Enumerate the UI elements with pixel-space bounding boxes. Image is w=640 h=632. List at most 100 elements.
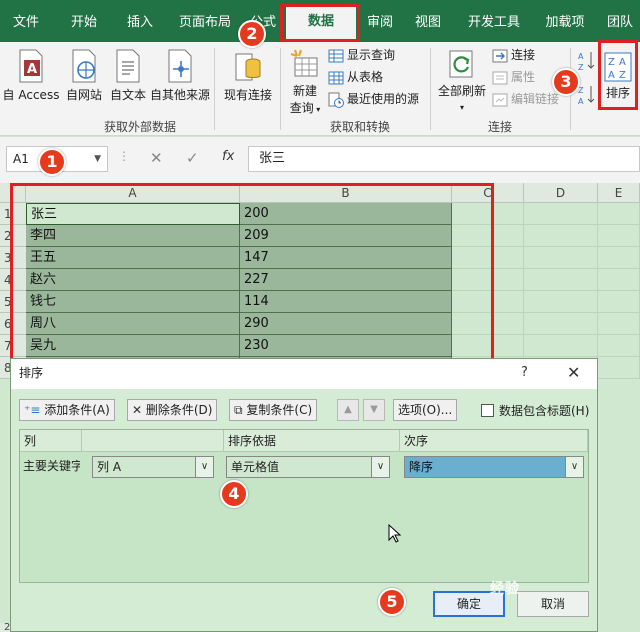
formula-input[interactable]: 张三 xyxy=(248,146,640,172)
close-icon[interactable]: ✕ xyxy=(567,363,580,382)
column-header-c[interactable]: C xyxy=(452,183,524,203)
grid-cell[interactable] xyxy=(524,225,598,247)
existing-connections-button[interactable]: 现有连接 xyxy=(220,48,276,103)
watermark-text: 经验 xyxy=(490,581,520,597)
connections-button[interactable]: 连接 xyxy=(492,46,535,64)
tab-file[interactable]: 文件 xyxy=(4,10,48,36)
grid-cell[interactable] xyxy=(598,225,640,247)
step-badge-5: 5 xyxy=(378,588,406,616)
tab-developer[interactable]: 开发工具 xyxy=(460,10,528,36)
properties-button[interactable]: 属性 xyxy=(492,68,535,86)
recent-sources-button[interactable]: 最近使用的源 xyxy=(328,90,419,108)
show-queries-button[interactable]: 显示查询 xyxy=(328,46,395,64)
table-row-cell-name[interactable]: 钱七 xyxy=(26,291,240,313)
sort-icon: Z AA Z xyxy=(604,52,632,82)
grid-cell[interactable] xyxy=(452,269,524,291)
table-row-cell-value[interactable]: 230 xyxy=(240,335,452,357)
column-header-d[interactable]: D xyxy=(524,183,598,203)
from-web-button[interactable]: 自网站 xyxy=(62,48,106,103)
order-select[interactable]: 降序 ∨ xyxy=(404,456,584,478)
move-up-button[interactable]: ▲ xyxy=(337,399,359,421)
header-order: 次序 xyxy=(400,430,588,452)
insert-function-button[interactable]: fx xyxy=(222,149,234,164)
grid-cell[interactable] xyxy=(524,291,598,313)
has-headers-checkbox[interactable] xyxy=(481,404,494,417)
tab-page-layout[interactable]: 页面布局 xyxy=(172,10,238,36)
table-row-cell-name[interactable]: 张三 xyxy=(26,203,240,225)
tab-review[interactable]: 审阅 xyxy=(360,10,400,36)
tab-home[interactable]: 开始 xyxy=(60,10,108,36)
refresh-all-button[interactable]: 全部刷新 ▾ xyxy=(436,48,488,113)
table-row-cell-name[interactable]: 赵六 xyxy=(26,269,240,291)
grid-cell[interactable] xyxy=(524,203,598,225)
table-row-cell-value[interactable]: 290 xyxy=(240,313,452,335)
grid-cell[interactable] xyxy=(524,335,598,357)
grid-cell[interactable] xyxy=(524,247,598,269)
from-text-button[interactable]: 自文本 xyxy=(106,48,150,103)
help-icon[interactable]: ? xyxy=(521,365,528,380)
grid-cell[interactable] xyxy=(598,357,640,379)
sort-on-select[interactable]: 单元格值 ∨ xyxy=(226,456,390,478)
row-header[interactable]: 1 xyxy=(0,203,26,225)
enter-formula-button[interactable]: ✓ xyxy=(186,149,199,167)
tab-addins[interactable]: 加载项 xyxy=(540,10,590,36)
add-condition-button[interactable]: ⁺≡ 添加条件(A) xyxy=(19,399,115,421)
grid-cell[interactable] xyxy=(598,335,640,357)
row-header[interactable]: 3 xyxy=(0,247,26,269)
table-row-cell-name[interactable]: 王五 xyxy=(26,247,240,269)
grid-cell[interactable] xyxy=(452,225,524,247)
delete-condition-button[interactable]: ✕ 删除条件(D) xyxy=(127,399,218,421)
new-query-icon xyxy=(290,49,318,77)
grid-cell[interactable] xyxy=(598,313,640,335)
grid-cell[interactable] xyxy=(452,247,524,269)
sort-conditions-list: 列 排序依据 次序 主要关键字 列 A ∨ 单元格值 ∨ 降序 ∨ xyxy=(19,429,589,583)
grid-cell[interactable] xyxy=(598,247,640,269)
grid-cell[interactable] xyxy=(452,203,524,225)
new-query-button[interactable]: 新建 查询 ▾ xyxy=(284,48,326,116)
from-access-button[interactable]: A 自 Access xyxy=(2,48,60,103)
table-row-cell-value[interactable]: 114 xyxy=(240,291,452,313)
sort-az-button[interactable]: AZ xyxy=(578,50,596,72)
from-table-button[interactable]: 从表格 xyxy=(328,68,383,86)
tab-team[interactable]: 团队 xyxy=(602,10,638,36)
grid-cell[interactable] xyxy=(452,313,524,335)
grid-cell[interactable] xyxy=(598,203,640,225)
row-header[interactable]: 5 xyxy=(0,291,26,313)
table-row-cell-name[interactable]: 周八 xyxy=(26,313,240,335)
table-row-cell-value[interactable]: 147 xyxy=(240,247,452,269)
sort-za-button[interactable]: ZA xyxy=(578,84,596,106)
table-row-cell-value[interactable]: 209 xyxy=(240,225,452,247)
grid-cell[interactable] xyxy=(452,335,524,357)
row-header[interactable]: 6 xyxy=(0,313,26,335)
table-row-cell-name[interactable]: 李四 xyxy=(26,225,240,247)
column-select[interactable]: 列 A ∨ xyxy=(92,456,214,478)
row-header[interactable]: 2 xyxy=(0,225,26,247)
copy-condition-button[interactable]: ⧉ 复制条件(C) xyxy=(229,399,318,421)
row-header[interactable]: 4 xyxy=(0,269,26,291)
table-row-cell-value[interactable]: 200 xyxy=(240,203,452,225)
grid-cell[interactable] xyxy=(598,269,640,291)
copy-icon: ⧉ xyxy=(234,403,247,417)
sort-button[interactable]: ZAAZ 排序 xyxy=(600,52,636,101)
row-header[interactable]: 7 xyxy=(0,335,26,357)
options-button[interactable]: 选项(O)... xyxy=(393,399,458,421)
column-header-a[interactable]: A xyxy=(26,183,240,203)
select-all-corner[interactable] xyxy=(0,183,26,203)
tab-insert[interactable]: 插入 xyxy=(118,10,162,36)
move-down-button[interactable]: ▼ xyxy=(363,399,385,421)
tab-view[interactable]: 视图 xyxy=(408,10,448,36)
column-header-b[interactable]: B xyxy=(240,183,452,203)
from-other-sources-button[interactable]: 自其他来源 xyxy=(148,48,212,103)
edit-links-button[interactable]: 编辑链接 xyxy=(492,90,559,108)
grid-cell[interactable] xyxy=(598,291,640,313)
column-header-e[interactable]: E xyxy=(598,183,640,203)
table-row-cell-value[interactable]: 227 xyxy=(240,269,452,291)
cancel-formula-button[interactable]: ✕ xyxy=(150,149,163,167)
tab-data[interactable]: 数据 xyxy=(286,6,356,42)
table-row-cell-name[interactable]: 吴九 xyxy=(26,335,240,357)
show-queries-label: 显示查询 xyxy=(347,48,396,62)
grid-cell[interactable] xyxy=(524,313,598,335)
cancel-button[interactable]: 取消 xyxy=(517,591,589,617)
grid-cell[interactable] xyxy=(524,269,598,291)
grid-cell[interactable] xyxy=(452,291,524,313)
